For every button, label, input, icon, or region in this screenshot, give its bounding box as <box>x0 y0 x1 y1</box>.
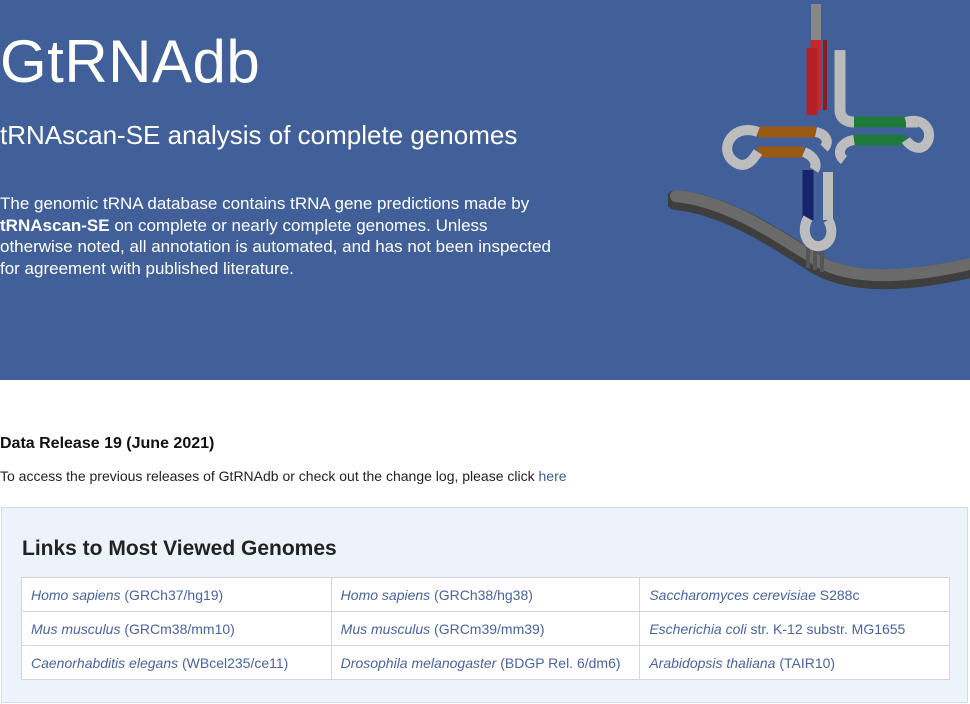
species-name: Homo sapiens <box>340 586 431 603</box>
species-name: Homo sapiens <box>31 586 121 603</box>
species-name: Escherichia coli <box>649 620 747 637</box>
assembly-name: (GRCm39/mm39) <box>430 620 545 637</box>
table-row: Homo sapiens (GRCh37/hg19) Homo sapiens … <box>21 577 950 612</box>
genome-link[interactable]: Mus musculus (GRCm39/mm39) <box>341 621 545 637</box>
release-info: To access the previous releases of GtRNA… <box>0 467 567 485</box>
species-name: Mus musculus <box>340 620 431 637</box>
species-name: Caenorhabditis elegans <box>31 654 179 671</box>
release-here-link[interactable]: here <box>539 468 567 484</box>
assembly-name: S288c <box>815 586 860 603</box>
genomes-table: Homo sapiens (GRCh37/hg19) Homo sapiens … <box>21 577 950 680</box>
genome-link[interactable]: Caenorhabditis elegans (WBcel235/ce11) <box>31 655 288 671</box>
assembly-name: (TAIR10) <box>775 654 836 671</box>
most-viewed-genomes-panel: Links to Most Viewed Genomes Homo sapien… <box>1 507 968 703</box>
assembly-name: (GRCh37/hg19) <box>120 586 224 603</box>
genome-link[interactable]: Homo sapiens (GRCh38/hg38) <box>341 587 533 603</box>
genome-link[interactable]: Saccharomyces cerevisiae S288c <box>649 587 859 603</box>
trnascan-se-name: tRNAscan-SE <box>0 215 110 235</box>
table-row: Mus musculus (GRCm38/mm10) Mus musculus … <box>21 611 950 646</box>
genome-link[interactable]: Homo sapiens (GRCh37/hg19) <box>31 587 223 603</box>
species-name: Saccharomyces cerevisiae <box>649 586 816 603</box>
site-subtitle: tRNAscan-SE analysis of complete genomes <box>0 120 518 150</box>
genome-link-escherichia-coli[interactable]: Escherichia coli str. K-12 substr. MG165… <box>639 611 950 646</box>
genome-link-mus-musculus-mm39[interactable]: Mus musculus (GRCm39/mm39) <box>330 611 641 646</box>
assembly-name: (BDGP Rel. 6/dm6) <box>496 654 621 671</box>
assembly-name: str. K-12 substr. MG1655 <box>746 620 906 637</box>
site-description: The genomic tRNA database contains tRNA … <box>0 193 560 279</box>
genome-link[interactable]: Escherichia coli str. K-12 substr. MG165… <box>649 621 905 637</box>
genome-link-mus-musculus-mm10[interactable]: Mus musculus (GRCm38/mm10) <box>21 611 332 646</box>
genome-link-saccharomyces-cerevisiae[interactable]: Saccharomyces cerevisiae S288c <box>639 577 950 612</box>
genome-link-drosophila-melanogaster[interactable]: Drosophila melanogaster (BDGP Rel. 6/dm6… <box>330 645 641 680</box>
genome-link[interactable]: Arabidopsis thaliana (TAIR10) <box>649 655 835 671</box>
release-text: To access the previous releases of GtRNA… <box>0 468 539 484</box>
header-banner: GtRNAdb tRNAscan-SE analysis of complete… <box>0 0 970 380</box>
genome-link-homo-sapiens-hg38[interactable]: Homo sapiens (GRCh38/hg38) <box>330 577 641 612</box>
genome-link-arabidopsis-thaliana[interactable]: Arabidopsis thaliana (TAIR10) <box>639 645 950 680</box>
site-title: GtRNAdb <box>0 28 261 95</box>
genome-link-caenorhabditis-elegans[interactable]: Caenorhabditis elegans (WBcel235/ce11) <box>21 645 332 680</box>
assembly-name: (WBcel235/ce11) <box>178 654 289 671</box>
release-title: Data Release 19 (June 2021) <box>0 435 215 452</box>
trna-logo-icon <box>668 4 970 290</box>
species-name: Arabidopsis thaliana <box>649 654 776 671</box>
species-name: Mus musculus <box>31 620 121 637</box>
most-viewed-genomes-title: Links to Most Viewed Genomes <box>22 537 337 560</box>
table-row: Caenorhabditis elegans (WBcel235/ce11) D… <box>21 645 950 680</box>
genome-link[interactable]: Drosophila melanogaster (BDGP Rel. 6/dm6… <box>341 655 621 671</box>
assembly-name: (GRCm38/mm10) <box>120 620 235 637</box>
species-name: Drosophila melanogaster <box>340 654 497 671</box>
assembly-name: (GRCh38/hg38) <box>430 586 533 603</box>
genome-link-homo-sapiens-hg19[interactable]: Homo sapiens (GRCh37/hg19) <box>21 577 332 612</box>
genome-link[interactable]: Mus musculus (GRCm38/mm10) <box>31 621 235 637</box>
description-text: The genomic tRNA database contains tRNA … <box>0 194 530 213</box>
